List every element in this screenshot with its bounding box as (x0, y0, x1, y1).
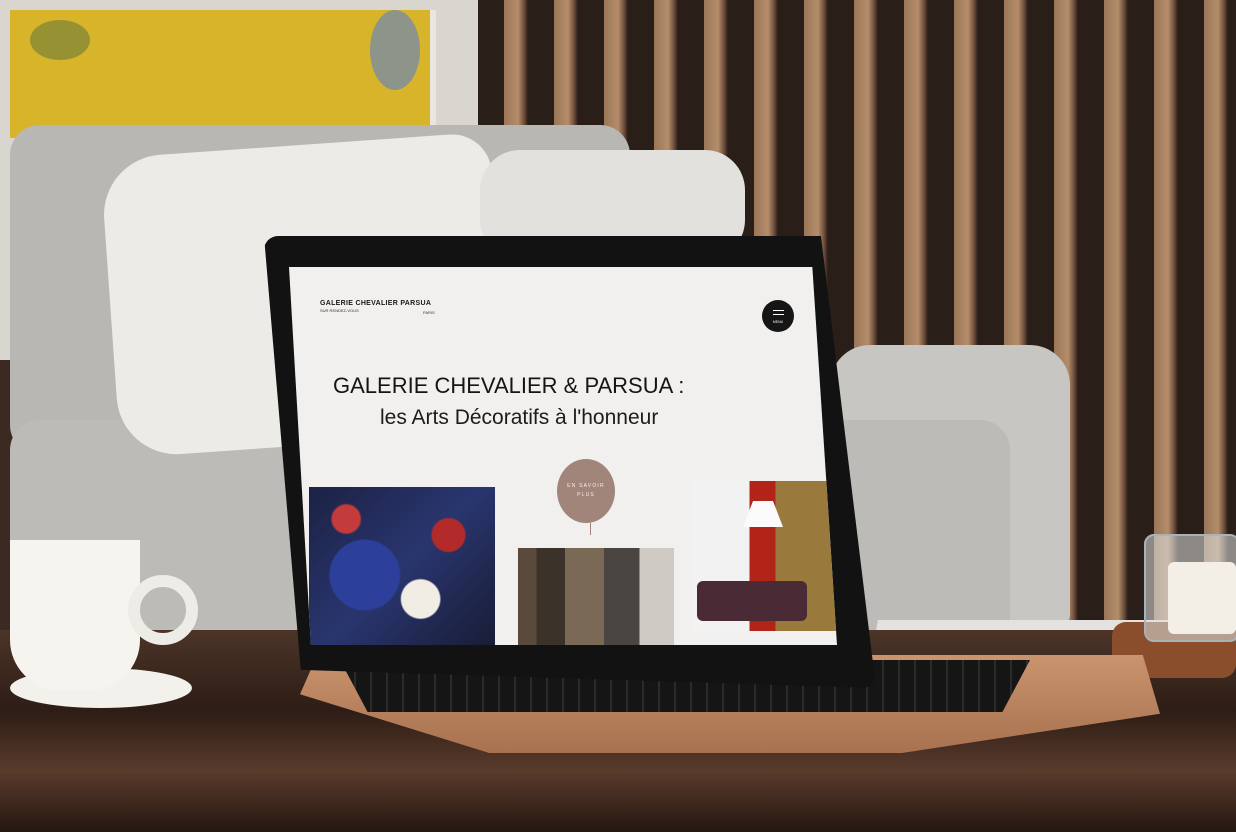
photo-scene: GALERIE CHEVALIER PARSUA SUR RENDEZ-VOUS… (0, 0, 1236, 832)
hero-subtitle: les Arts Décoratifs à l'honneur (380, 406, 659, 429)
yellow-painting (10, 10, 436, 138)
logo-city: PARIS (423, 310, 435, 315)
velvet-sofa (697, 581, 807, 621)
artwork-image-tapestry-room[interactable] (691, 481, 837, 631)
menu-label: MENU (772, 320, 784, 324)
hero-title: GALERIE CHEVALIER & PARSUA : (333, 373, 685, 398)
cta-connector-line (590, 523, 591, 535)
hamburger-icon-bar (773, 314, 784, 315)
lamp-shade (743, 501, 783, 527)
hamburger-icon (773, 310, 784, 311)
coffee-cup (10, 540, 140, 690)
artwork-image-textile[interactable] (309, 487, 495, 645)
artwork-image-interior[interactable] (518, 548, 674, 645)
learn-more-button[interactable]: EN SAVOIR PLUS (557, 459, 615, 523)
cup-handle (128, 575, 198, 645)
cta-label-line2: PLUS (577, 492, 595, 498)
laptop-screen: GALERIE CHEVALIER PARSUA SUR RENDEZ-VOUS… (289, 267, 837, 645)
logo-subtitle: SUR RENDEZ-VOUS (320, 308, 359, 313)
menu-button[interactable]: MENU (762, 300, 794, 332)
cta-label-line1: EN SAVOIR (567, 483, 605, 489)
candle (1168, 562, 1236, 634)
site-logo[interactable]: GALERIE CHEVALIER PARSUA (320, 300, 431, 307)
